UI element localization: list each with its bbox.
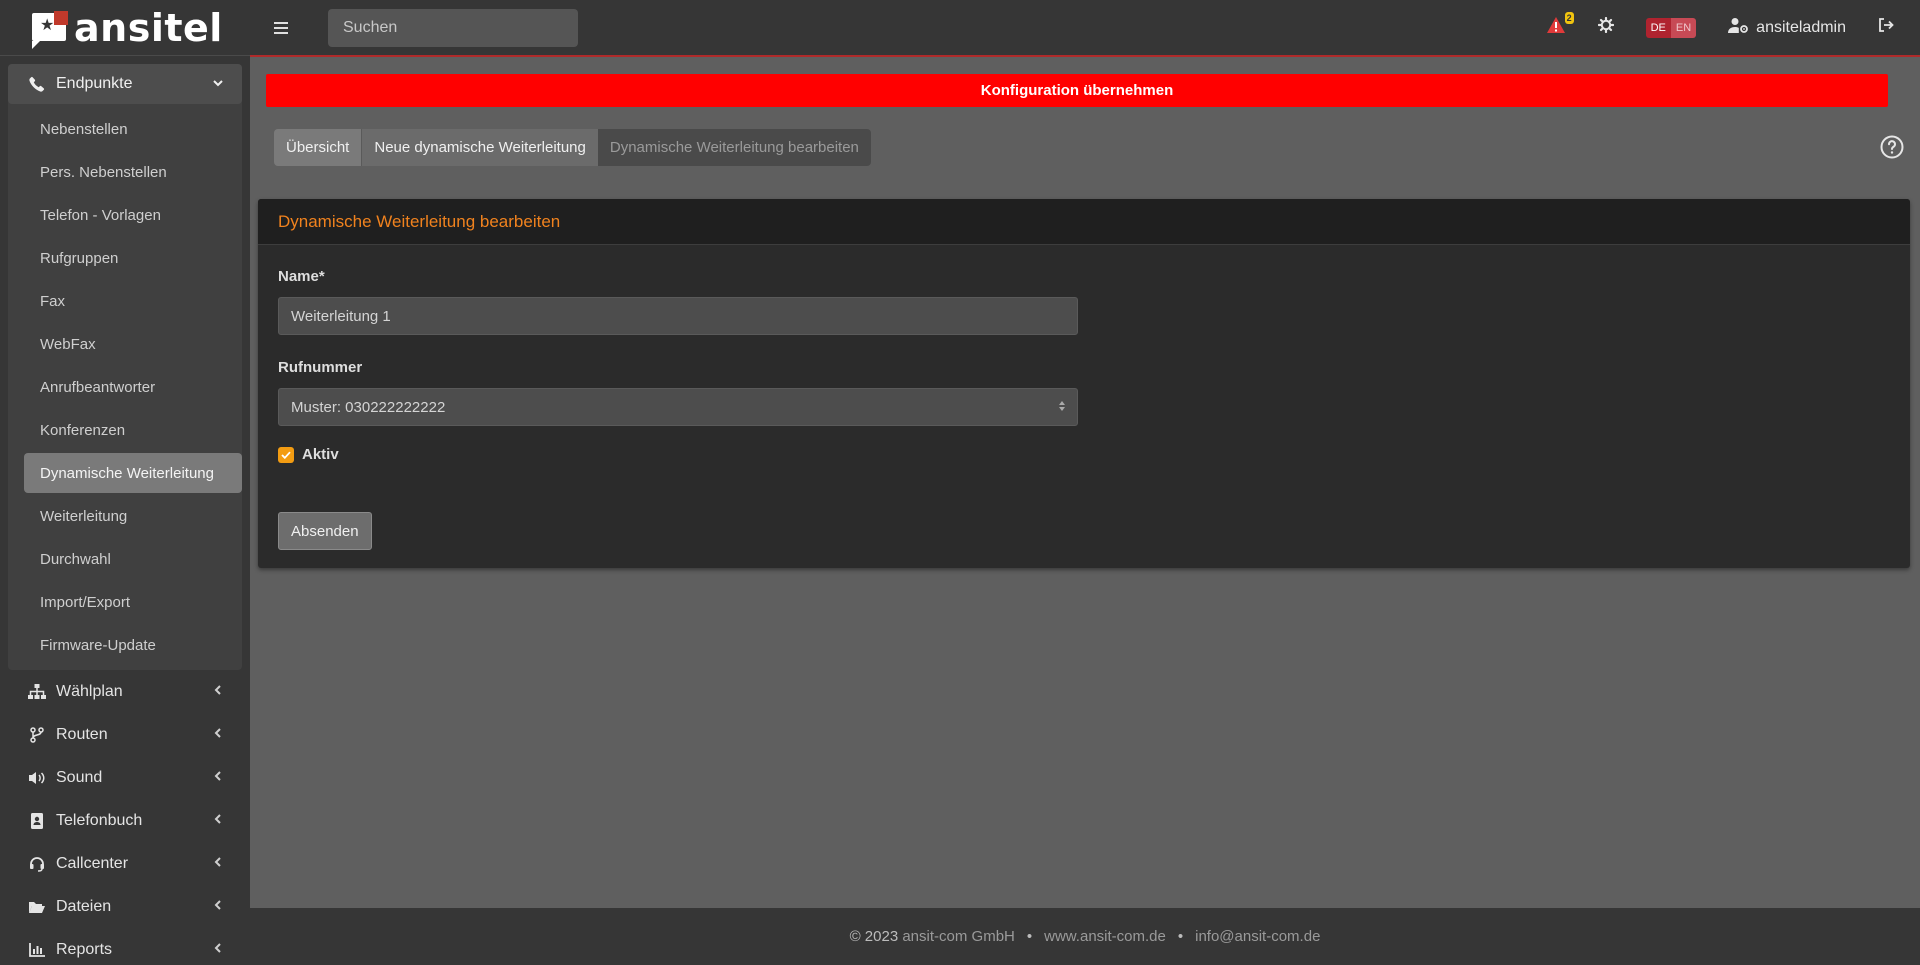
sidebar-section-label: Reports [56, 940, 113, 958]
brand[interactable]: ★ ansitel [0, 0, 250, 56]
logout-icon [1878, 18, 1894, 37]
sidebar-item-weiterleitung[interactable]: Weiterleitung [24, 496, 242, 536]
lang-en-button[interactable]: EN [1670, 17, 1697, 38]
sidebar-item-rufgruppen[interactable]: Rufgruppen [24, 238, 242, 278]
ansitel-logo-icon: ★ [30, 10, 68, 49]
select-arrows-icon [1059, 401, 1065, 411]
sidebar-section-label: Telefonbuch [56, 811, 143, 829]
sidebar-section-waehlplan[interactable]: Wählplan [8, 670, 242, 713]
chevron-left-icon [212, 942, 224, 957]
number-select[interactable]: Muster: 030222222222 [278, 388, 1078, 426]
alert-count-badge: 2 [1564, 12, 1574, 24]
route-icon [26, 726, 48, 743]
sidebar-item-fax[interactable]: Fax [24, 281, 242, 321]
apply-configuration-button[interactable]: Konfiguration übernehmen [266, 74, 1888, 107]
user-menu[interactable]: ansiteladmin [1728, 17, 1846, 38]
sidebar-section-label: Wählplan [56, 682, 123, 700]
sidebar-section-routen[interactable]: Routen [8, 713, 242, 756]
question-circle-icon [1880, 135, 1904, 163]
card-title: Dynamische Weiterleitung bearbeiten [258, 199, 1910, 245]
sidebar-item-import-export[interactable]: Import/Export [24, 582, 242, 622]
sidebar-section-endpunkte-toggle[interactable]: Endpunkte [8, 64, 242, 104]
active-checkbox-row: Aktiv [278, 446, 1890, 463]
folder-open-icon [26, 900, 48, 914]
footer-email-link[interactable]: info@ansit-com.de [1195, 928, 1320, 945]
phone-icon [26, 76, 48, 92]
name-label: Name* [278, 268, 325, 285]
footer-separator: • [1026, 928, 1033, 945]
chevron-left-icon [212, 899, 224, 914]
number-select-value: Muster: 030222222222 [291, 398, 446, 416]
language-switcher: DE EN [1645, 17, 1697, 38]
user-gear-icon [1728, 17, 1750, 38]
sidebar-section-label: Endpunkte [56, 75, 133, 92]
sidebar-section-reports[interactable]: Reports [8, 928, 242, 965]
number-label: Rufnummer [278, 359, 363, 376]
footer-website-link[interactable]: www.ansit-com.de [1044, 928, 1166, 945]
volume-icon [26, 770, 48, 786]
tab-uebersicht[interactable]: Übersicht [274, 129, 362, 166]
sidebar-section-sound[interactable]: Sound [8, 756, 242, 799]
logout-button[interactable] [1878, 17, 1894, 38]
footer-copyright: © 2023 [849, 928, 899, 945]
sidebar-nav: Endpunkte Nebenstellen Pers. Nebenstelle… [0, 56, 250, 965]
chart-icon [26, 942, 48, 957]
settings-button[interactable] [1597, 16, 1614, 38]
search-input[interactable] [328, 8, 578, 47]
chevron-left-icon [212, 684, 224, 699]
sidebar-section-callcenter[interactable]: Callcenter [8, 842, 242, 885]
breadcrumb-tabs: Übersicht Neue dynamische Weiterleitung … [274, 129, 871, 166]
sidebar-item-durchwahl[interactable]: Durchwahl [24, 539, 242, 579]
sidebar-item-anrufbeantworter[interactable]: Anrufbeantworter [24, 367, 242, 407]
sidebar-item-firmware-update[interactable]: Firmware-Update [24, 625, 242, 665]
sidebar-section-telefonbuch[interactable]: Telefonbuch [8, 799, 242, 842]
edit-card: Dynamische Weiterleitung bearbeiten Name… [258, 199, 1910, 568]
chevron-down-icon [212, 77, 224, 92]
brand-name: ansitel [74, 5, 223, 50]
chevron-left-icon [212, 856, 224, 871]
gear-icon [1597, 16, 1614, 37]
sidebar: ★ ansitel Endpunkte Nebenstellen Pers. N… [0, 0, 250, 965]
chevron-left-icon [212, 770, 224, 785]
name-input[interactable] [278, 297, 1078, 335]
sidebar-item-konferenzen[interactable]: Konferenzen [24, 410, 242, 450]
help-button[interactable] [1880, 135, 1904, 159]
sidebar-item-dynamische-weiterleitung[interactable]: Dynamische Weiterleitung [24, 453, 242, 493]
submit-button[interactable]: Absenden [278, 512, 372, 550]
top-navbar-right: 2 DE EN ansiteladmin [1546, 0, 1920, 55]
sidebar-item-webfax[interactable]: WebFax [24, 324, 242, 364]
sidebar-section-label: Dateien [56, 897, 112, 915]
address-book-icon [26, 812, 48, 829]
username: ansiteladmin [1756, 18, 1846, 36]
sidebar-item-nebenstellen[interactable]: Nebenstellen [24, 109, 242, 149]
sidebar-item-telefon-vorlagen[interactable]: Telefon - Vorlagen [24, 195, 242, 235]
tab-neue-dynamische-weiterleitung[interactable]: Neue dynamische Weiterleitung [361, 129, 598, 166]
sidebar-submenu: Nebenstellen Pers. Nebenstellen Telefon … [8, 104, 242, 670]
sidebar-section-label: Sound [56, 768, 103, 786]
active-label: Aktiv [302, 446, 339, 463]
main-content: Konfiguration übernehmen Übersicht Neue … [250, 57, 1920, 908]
check-icon [281, 451, 291, 459]
lang-de-button[interactable]: DE [1645, 17, 1671, 38]
alerts-button[interactable]: 2 [1546, 12, 1574, 39]
chevron-left-icon [212, 727, 224, 742]
sidebar-section-label: Routen [56, 725, 108, 743]
footer-company-link[interactable]: ansit-com GmbH [902, 928, 1015, 945]
sidebar-section-dateien[interactable]: Dateien [8, 885, 242, 928]
footer: © 2023 ansit-com GmbH • www.ansit-com.de… [250, 908, 1920, 965]
headset-icon [26, 856, 48, 872]
sitemap-icon [26, 683, 48, 700]
edit-form: Name* Rufnummer Muster: 030222222222 Akt… [258, 245, 1910, 550]
top-navbar: 2 DE EN ansiteladmin [250, 0, 1920, 57]
sidebar-section-endpunkte: Endpunkte Nebenstellen Pers. Nebenstelle… [8, 64, 242, 670]
active-checkbox[interactable] [278, 446, 294, 463]
chevron-left-icon [212, 813, 224, 828]
tab-dynamische-weiterleitung-bearbeiten: Dynamische Weiterleitung bearbeiten [597, 129, 871, 166]
hamburger-menu-icon[interactable] [274, 21, 296, 34]
footer-separator: • [1177, 928, 1184, 945]
sidebar-item-pers-nebenstellen[interactable]: Pers. Nebenstellen [24, 152, 242, 192]
sidebar-section-label: Callcenter [56, 854, 129, 872]
warning-icon [1546, 17, 1566, 38]
